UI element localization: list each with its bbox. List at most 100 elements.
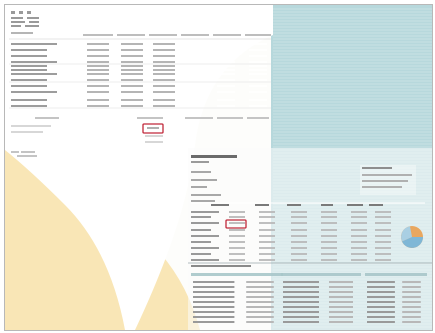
text-line — [249, 61, 267, 63]
text-line — [217, 55, 235, 57]
text-line — [87, 105, 109, 107]
text-line — [217, 65, 235, 67]
text-line — [121, 99, 143, 101]
text-line — [229, 241, 245, 243]
text-line — [191, 241, 211, 243]
text-line — [246, 281, 274, 283]
text-line — [217, 61, 235, 63]
text-line — [87, 73, 109, 75]
text-line — [291, 253, 307, 255]
text-line — [291, 216, 307, 218]
text-line — [259, 229, 275, 231]
text-line — [291, 235, 307, 237]
text-line — [185, 43, 203, 45]
text-line — [153, 99, 175, 101]
text-line — [351, 241, 367, 243]
text-line — [249, 73, 267, 75]
text-line — [153, 105, 175, 107]
text-line — [402, 321, 421, 323]
text-line — [367, 306, 395, 308]
text-line — [217, 91, 235, 93]
text-line — [329, 286, 353, 288]
document-viewer — [4, 4, 433, 331]
text-line — [402, 281, 421, 283]
text-line — [351, 235, 367, 237]
text-line — [321, 222, 337, 224]
text-line — [329, 296, 353, 298]
text-line — [246, 286, 274, 288]
text-line — [375, 216, 391, 218]
text-line — [193, 316, 235, 318]
text-line — [153, 65, 175, 67]
text-line — [185, 55, 203, 57]
text-line — [193, 286, 235, 288]
text-line — [402, 286, 421, 288]
text-line — [11, 61, 57, 63]
text-line — [402, 291, 421, 293]
text-line — [153, 43, 175, 45]
text-line — [375, 222, 391, 224]
text-line — [246, 311, 274, 313]
text-line — [121, 79, 143, 81]
text-line — [329, 316, 353, 318]
text-line — [329, 321, 353, 323]
text-line — [153, 85, 175, 87]
text-line — [121, 85, 143, 87]
text-line — [367, 301, 395, 303]
text-line — [121, 49, 143, 51]
text-line — [367, 291, 395, 293]
text-line — [11, 49, 47, 51]
text-line — [249, 99, 267, 101]
text-line — [281, 273, 361, 276]
text-line — [229, 247, 245, 249]
text-line — [153, 91, 175, 93]
text-line — [229, 253, 245, 255]
text-line — [87, 49, 109, 51]
text-line — [321, 259, 337, 261]
text-line — [291, 259, 307, 261]
text-line — [191, 247, 219, 249]
text-line — [283, 291, 319, 293]
text-line — [229, 235, 245, 237]
text-line — [321, 253, 337, 255]
text-line — [291, 247, 307, 249]
text-line — [11, 55, 47, 57]
text-line — [249, 69, 267, 71]
text-line — [217, 99, 235, 101]
text-line — [249, 65, 267, 67]
text-line — [329, 281, 353, 283]
text-line — [121, 69, 143, 71]
text-line — [367, 316, 395, 318]
text-line — [11, 105, 47, 107]
text-line — [185, 105, 203, 107]
text-line — [87, 99, 109, 101]
text-line — [367, 321, 395, 323]
text-line — [11, 85, 47, 87]
text-line — [193, 291, 235, 293]
text-line — [185, 85, 203, 87]
text-line — [351, 211, 367, 213]
text-line — [351, 247, 367, 249]
text-line — [185, 73, 203, 75]
text-line — [87, 69, 109, 71]
text-line — [329, 301, 353, 303]
text-line — [121, 91, 143, 93]
text-line — [121, 55, 143, 57]
text-line — [365, 273, 427, 276]
text-line — [351, 229, 367, 231]
text-line — [185, 61, 203, 63]
text-line — [191, 216, 211, 218]
document-canvas — [5, 5, 432, 330]
text-line — [259, 247, 275, 249]
text-line — [153, 49, 175, 51]
text-line — [191, 229, 211, 231]
text-line — [291, 211, 307, 213]
text-line — [367, 286, 395, 288]
text-line — [153, 79, 175, 81]
page-two-info-panel — [360, 165, 416, 195]
text-line — [259, 222, 275, 224]
text-line — [283, 321, 319, 323]
text-line — [193, 306, 235, 308]
text-line — [191, 235, 219, 237]
text-line — [191, 259, 219, 261]
